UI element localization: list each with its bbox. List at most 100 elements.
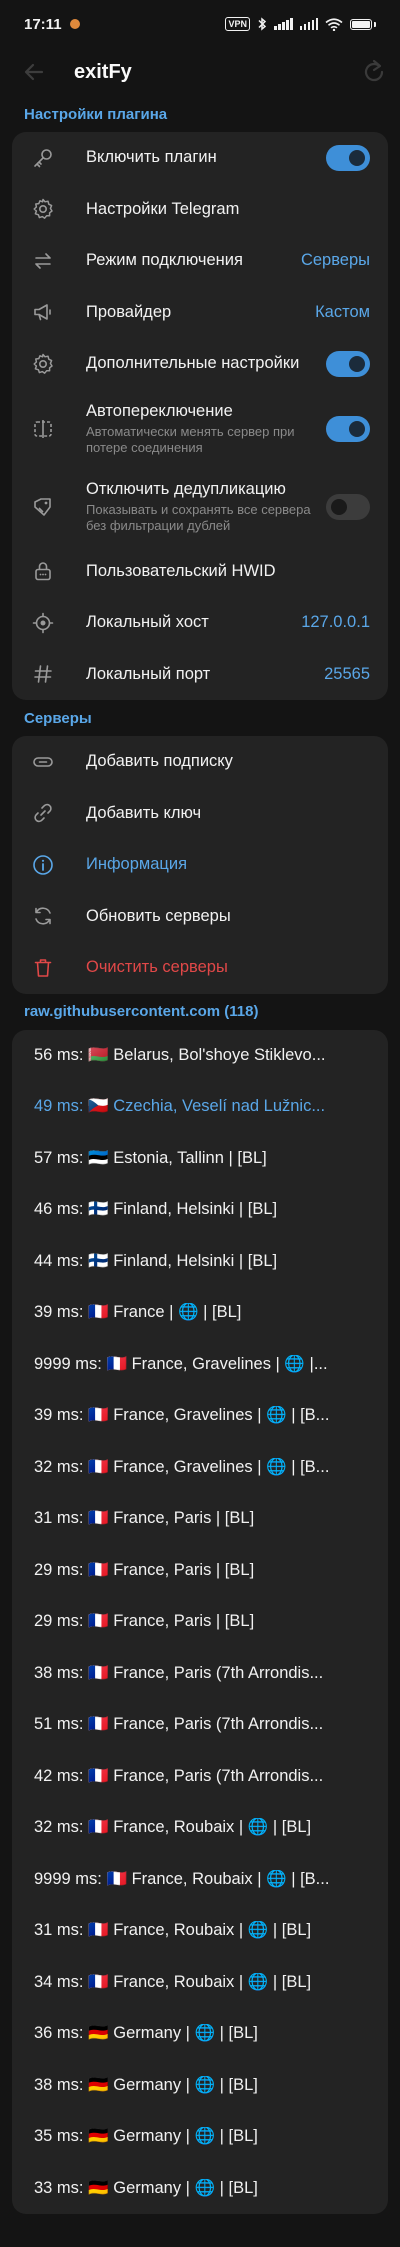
server-item[interactable]: 36 ms: 🇩🇪 Germany | 🌐 | [BL] — [12, 2008, 388, 2060]
server-label: 39 ms: 🇫🇷 France, Gravelines | 🌐 | [B... — [34, 1406, 330, 1425]
gear-icon — [30, 196, 56, 222]
server-item[interactable]: 42 ms: 🇫🇷 France, Paris (7th Arrondis... — [12, 1751, 388, 1803]
setting-advanced[interactable]: Дополнительные настройки — [12, 338, 388, 390]
setting-local-port[interactable]: Локальный порт 25565 — [12, 649, 388, 701]
trash-icon — [30, 955, 56, 981]
bluetooth-icon — [258, 17, 267, 31]
server-label: 35 ms: 🇩🇪 Germany | 🌐 | [BL] — [34, 2127, 258, 2146]
setting-enable-plugin[interactable]: Включить плагин — [12, 132, 388, 184]
setting-description: Автоматически менять сервер при потере с… — [86, 423, 295, 455]
setting-custom-hwid[interactable]: Пользовательский HWID — [12, 546, 388, 598]
server-item[interactable]: 38 ms: 🇩🇪 Germany | 🌐 | [BL] — [12, 2060, 388, 2112]
server-item[interactable]: 31 ms: 🇫🇷 France, Paris | [BL] — [12, 1493, 388, 1545]
setting-disable-dedup[interactable]: Отключить дедупликацию Показывать и сохр… — [12, 468, 388, 546]
status-time: 17:11 — [24, 15, 62, 33]
refresh-servers-button[interactable]: Обновить серверы — [12, 891, 388, 943]
server-label: 38 ms: 🇩🇪 Germany | 🌐 | [BL] — [34, 2075, 258, 2094]
server-label: 57 ms: 🇪🇪 Estonia, Tallinn | [BL] — [34, 1148, 267, 1167]
link-icon — [30, 749, 56, 775]
server-item[interactable]: 39 ms: 🇫🇷 France, Gravelines | 🌐 | [B... — [12, 1390, 388, 1442]
server-item[interactable]: 32 ms: 🇫🇷 France, Roubaix | 🌐 | [BL] — [12, 1802, 388, 1854]
setting-local-host[interactable]: Локальный хост 127.0.0.1 — [12, 597, 388, 649]
server-label: 34 ms: 🇫🇷 France, Roubaix | 🌐 | [BL] — [34, 1972, 312, 1991]
refresh-icon — [30, 903, 56, 929]
tag-icon — [30, 494, 56, 520]
button-label: Информация — [86, 855, 188, 874]
auto-switch-toggle[interactable] — [326, 415, 370, 442]
setting-label: Настройки Telegram — [86, 199, 240, 218]
signal-icon-2 — [299, 18, 318, 30]
server-item[interactable]: 33 ms: 🇩🇪 Germany | 🌐 | [BL] — [12, 2163, 388, 2215]
server-label: 9999 ms: 🇫🇷 France, Gravelines | 🌐 |... — [34, 1354, 328, 1373]
wifi-icon — [325, 17, 343, 31]
server-item[interactable]: 46 ms: 🇫🇮 Finland, Helsinki | [BL] — [12, 1184, 388, 1236]
server-list: 56 ms: 🇧🇾 Belarus, Bol'shoye Stiklevo...… — [12, 1029, 388, 2215]
add-subscription-button[interactable]: Добавить подписку — [12, 736, 388, 788]
clear-servers-button[interactable]: Очистить серверы — [12, 942, 388, 994]
server-label: 32 ms: 🇫🇷 France, Gravelines | 🌐 | [B... — [34, 1457, 330, 1476]
button-label: Очистить серверы — [86, 958, 228, 977]
server-label: 9999 ms: 🇫🇷 France, Roubaix | 🌐 | [B... — [34, 1869, 330, 1888]
server-item[interactable]: 44 ms: 🇫🇮 Finland, Helsinki | [BL] — [12, 1236, 388, 1288]
lock-icon — [30, 558, 56, 584]
server-item[interactable]: 29 ms: 🇫🇷 France, Paris | [BL] — [12, 1545, 388, 1597]
back-arrow-icon[interactable] — [20, 58, 48, 86]
plugin-settings-header: Настройки плагина — [24, 105, 168, 123]
server-item[interactable]: 57 ms: 🇪🇪 Estonia, Tallinn | [BL] — [12, 1133, 388, 1185]
server-label: 31 ms: 🇫🇷 France, Roubaix | 🌐 | [BL] — [34, 1921, 312, 1940]
setting-connection-mode[interactable]: Режим подключения Серверы — [12, 235, 388, 287]
server-label: 38 ms: 🇫🇷 France, Paris (7th Arrondis... — [34, 1663, 324, 1682]
servers-header: Серверы — [24, 709, 92, 727]
server-item[interactable]: 56 ms: 🇧🇾 Belarus, Bol'shoye Stiklevo... — [12, 1030, 388, 1082]
notification-icon — [69, 19, 80, 29]
app-bar: exitFy — [0, 48, 400, 96]
local-port-value: 25565 — [324, 664, 370, 683]
advanced-settings-toggle[interactable] — [326, 350, 370, 377]
setting-telegram[interactable]: Настройки Telegram — [12, 184, 388, 236]
server-item[interactable]: 35 ms: 🇩🇪 Germany | 🌐 | [BL] — [12, 2111, 388, 2163]
server-label: 46 ms: 🇫🇮 Finland, Helsinki | [BL] — [34, 1200, 278, 1219]
server-item[interactable]: 34 ms: 🇫🇷 France, Roubaix | 🌐 | [BL] — [12, 1957, 388, 2009]
setting-label: Провайдер — [86, 302, 172, 321]
signal-icon — [274, 18, 293, 30]
server-item[interactable]: 31 ms: 🇫🇷 France, Roubaix | 🌐 | [BL] — [12, 1905, 388, 1957]
setting-label: Локальный хост — [86, 613, 209, 632]
button-label: Добавить ключ — [86, 803, 202, 822]
server-label: 42 ms: 🇫🇷 France, Paris (7th Arrondis... — [34, 1766, 324, 1785]
battery-icon — [350, 18, 372, 30]
setting-provider[interactable]: Провайдер Кастом — [12, 287, 388, 339]
server-label: 39 ms: 🇫🇷 France | 🌐 | [BL] — [34, 1303, 242, 1322]
setting-label: Локальный порт — [86, 664, 211, 683]
server-item[interactable]: 51 ms: 🇫🇷 France, Paris (7th Arrondis... — [12, 1699, 388, 1751]
server-item[interactable]: 32 ms: 🇫🇷 France, Gravelines | 🌐 | [B... — [12, 1442, 388, 1494]
server-item[interactable]: 9999 ms: 🇫🇷 France, Roubaix | 🌐 | [B... — [12, 1854, 388, 1906]
button-label: Добавить подписку — [86, 752, 233, 771]
server-label: 36 ms: 🇩🇪 Germany | 🌐 | [BL] — [34, 2024, 258, 2043]
provider-value: Кастом — [315, 302, 370, 321]
megaphone-icon — [30, 299, 56, 325]
add-key-button[interactable]: Добавить ключ — [12, 788, 388, 840]
setting-auto-switch[interactable]: Автопереключение Автоматически менять се… — [12, 390, 388, 468]
server-item[interactable]: 39 ms: 🇫🇷 France | 🌐 | [BL] — [12, 1287, 388, 1339]
restart-icon[interactable] — [360, 58, 388, 86]
enable-plugin-toggle[interactable] — [326, 144, 370, 171]
server-label: 29 ms: 🇫🇷 France, Paris | [BL] — [34, 1612, 255, 1631]
button-label: Обновить серверы — [86, 906, 231, 925]
server-item[interactable]: 38 ms: 🇫🇷 France, Paris (7th Arrondis... — [12, 1648, 388, 1700]
server-label: 33 ms: 🇩🇪 Germany | 🌐 | [BL] — [34, 2178, 258, 2197]
server-label: 51 ms: 🇫🇷 France, Paris (7th Arrondis... — [34, 1715, 324, 1734]
server-item[interactable]: 49 ms: 🇨🇿 Czechia, Veselí nad Lužnic... — [12, 1081, 388, 1133]
info-icon — [30, 852, 56, 878]
hash-icon — [30, 661, 56, 687]
server-label: 32 ms: 🇫🇷 France, Roubaix | 🌐 | [BL] — [34, 1818, 312, 1837]
local-host-value: 127.0.0.1 — [301, 613, 370, 632]
info-button[interactable]: Информация — [12, 839, 388, 891]
setting-label: Отключить дедупликацию — [86, 479, 286, 498]
server-item[interactable]: 9999 ms: 🇫🇷 France, Gravelines | 🌐 |... — [12, 1339, 388, 1391]
page-title: exitFy — [74, 60, 132, 83]
setting-label: Дополнительные настройки — [86, 354, 300, 373]
server-item[interactable]: 29 ms: 🇫🇷 France, Paris | [BL] — [12, 1596, 388, 1648]
server-label: 44 ms: 🇫🇮 Finland, Helsinki | [BL] — [34, 1251, 278, 1270]
plugin-settings-card: Включить плагин Настройки Telegram Режим… — [12, 132, 388, 700]
disable-dedup-toggle[interactable] — [326, 493, 370, 520]
